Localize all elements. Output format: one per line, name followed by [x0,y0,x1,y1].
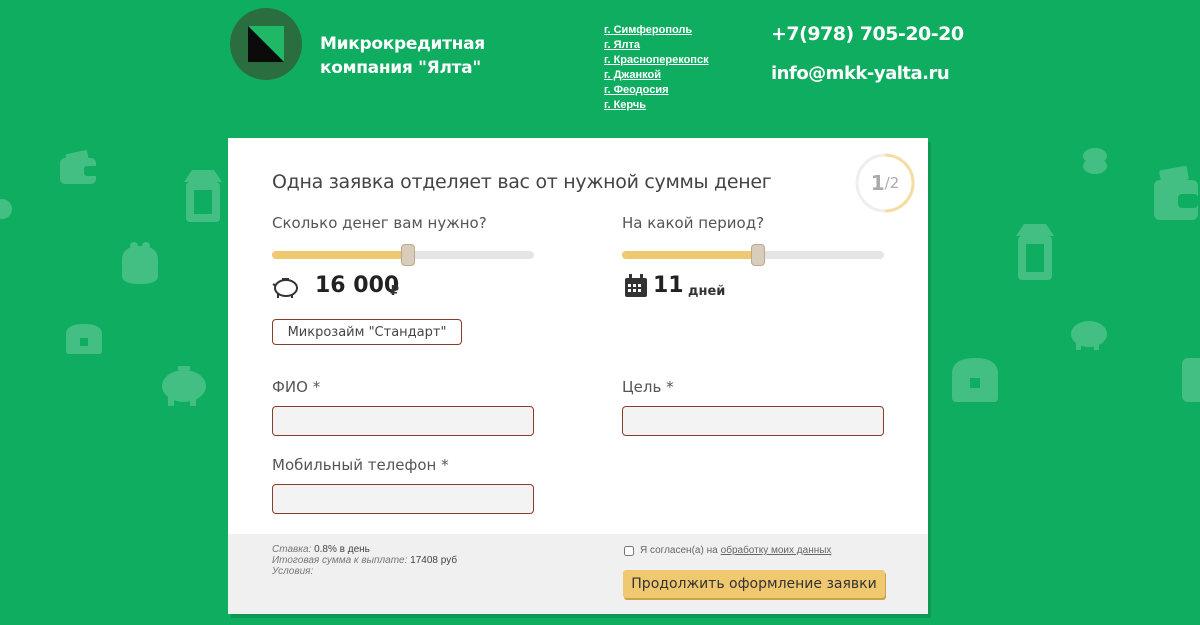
city-link-yalta[interactable]: г. Ялта [604,39,640,51]
piggy-bank-icon [1068,316,1110,350]
coins-icon [0,196,14,222]
total-value: 17408 руб [410,555,458,566]
phone-input[interactable] [272,484,534,514]
amount-slider-handle[interactable] [401,244,416,266]
form-title: Одна заявка отделяет вас от нужной суммы… [272,171,772,193]
city-link-dzhankoy[interactable]: г. Джанкой [604,69,661,81]
city-link-simferopol[interactable]: г. Симферополь [604,24,692,36]
purse-icon [118,240,162,286]
goal-input[interactable] [622,406,884,436]
period-slider[interactable] [622,244,884,266]
consent-text: Я согласен(а) на [640,545,718,556]
amount-slider-fill [272,251,409,259]
piggy-bank-icon [158,362,210,408]
chest-icon [950,356,1000,404]
fio-label: ФИО * [272,378,321,396]
city-link-krasnoperekopsk[interactable]: г. Красноперекопск [604,54,709,66]
header-phone[interactable]: +7(978) 705-20-20 [771,23,964,45]
step-total: /2 [884,174,900,192]
phone-shop-icon [1012,222,1058,282]
wallet-icon [1150,166,1200,222]
period-label: На какой период? [622,214,765,232]
wallet-icon [58,150,100,186]
wallet-icon [1180,352,1200,406]
header-email[interactable]: info@mkk-yalta.ru [771,63,950,84]
period-slider-handle[interactable] [751,244,766,266]
company-name: Микрокредитная компания "Ялта" [320,34,485,78]
consent-checkbox[interactable] [624,545,634,556]
rate-value: 0.8% в день [314,544,370,555]
amount-currency: ₽ [390,284,400,299]
period-slider-fill [622,251,759,259]
coins-icon [1078,146,1112,176]
loan-terms: Ставка: 0.8% в день Итоговая сумма к вып… [272,544,457,577]
consent-row[interactable]: Я согласен(а) на обработку моих данных [624,545,831,556]
period-value: 11 [653,273,684,298]
step-current: 1 [870,171,885,195]
product-standard-button[interactable]: Микрозайм "Стандарт" [272,319,462,345]
fio-input[interactable] [272,406,534,436]
logo-mark-icon [248,26,284,62]
company-logo[interactable] [230,8,302,80]
city-link-kerch[interactable]: г. Керчь [604,99,646,111]
calendar-icon [624,274,648,303]
data-processing-link[interactable]: обработку моих данных [721,545,832,556]
piggy-bank-icon [272,275,300,304]
form-footer: Ставка: 0.8% в день Итоговая сумма к вып… [228,534,928,614]
rate-label: Ставка: [272,544,312,555]
continue-application-button[interactable]: Продолжить оформление заявки [623,570,885,598]
total-label: Итоговая сумма к выплате: [272,555,408,566]
conditions-label: Условия: [272,566,314,577]
city-list: г. Симферополь г. Ялта г. Красноперекопс… [604,22,709,112]
phone-label: Мобильный телефон * [272,456,449,474]
amount-value: 16 000 [315,273,400,298]
step-indicator: 1/2 [854,152,916,214]
application-form-card: Одна заявка отделяет вас от нужной суммы… [228,138,928,614]
amount-slider[interactable] [272,244,534,266]
amount-label: Сколько денег вам нужно? [272,214,487,232]
city-link-feodosiya[interactable]: г. Феодосия [604,84,669,96]
phone-shop-icon [180,168,226,224]
goal-label: Цель * [622,378,674,396]
period-unit: дней [688,284,726,299]
chest-icon [64,322,104,356]
